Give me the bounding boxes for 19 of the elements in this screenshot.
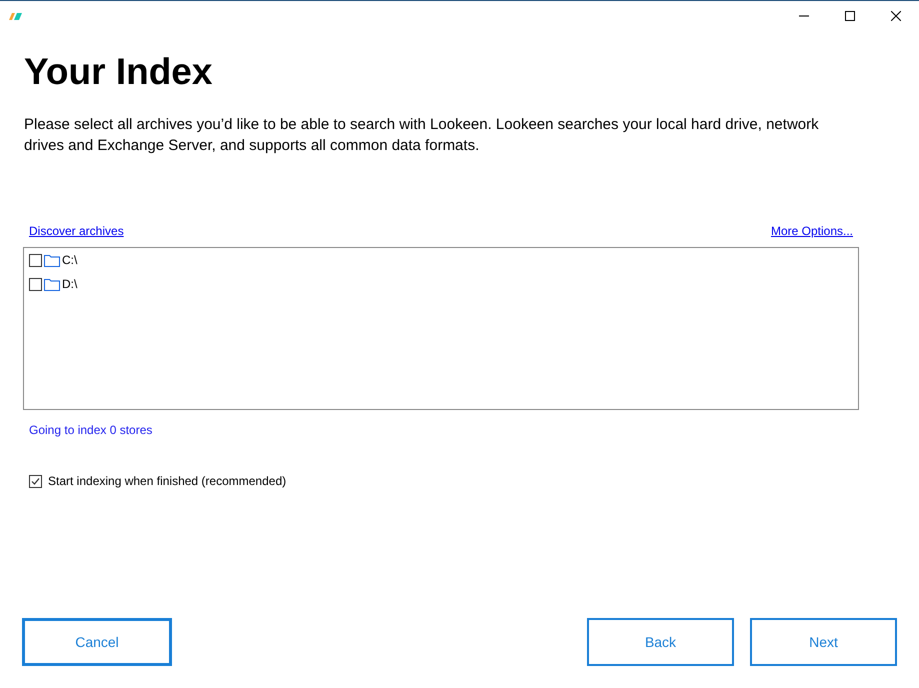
folder-icon [44,254,60,266]
status-text: Going to index 0 stores [28,422,154,439]
discover-archives-link[interactable]: Discover archives [29,222,124,240]
next-button[interactable]: Next [750,618,897,666]
archive-label[interactable]: D:\ [62,275,78,293]
description-text: Please select all archives you’d like to be able to search with Lookeen. Lookeen searches your local hard drive, network drives and Exchange Server, and supports all common data formats. [24,115,820,156]
checkbox[interactable] [29,474,42,488]
back-button[interactable]: Back [587,618,734,666]
start-indexing-label[interactable]: Start indexing when finished (recommended) [48,472,286,490]
folder-icon [44,278,60,290]
checkbox[interactable] [29,254,42,266]
page-title: Your Index [24,53,214,90]
cancel-button[interactable]: Cancel [22,618,172,666]
more-options-link[interactable]: More Options... [770,222,853,240]
app-logo-icon [8,11,24,21]
archive-label[interactable]: C:\ [62,251,78,269]
maximize-icon [845,11,855,21]
checkbox[interactable] [29,278,42,290]
close-icon [891,11,901,21]
